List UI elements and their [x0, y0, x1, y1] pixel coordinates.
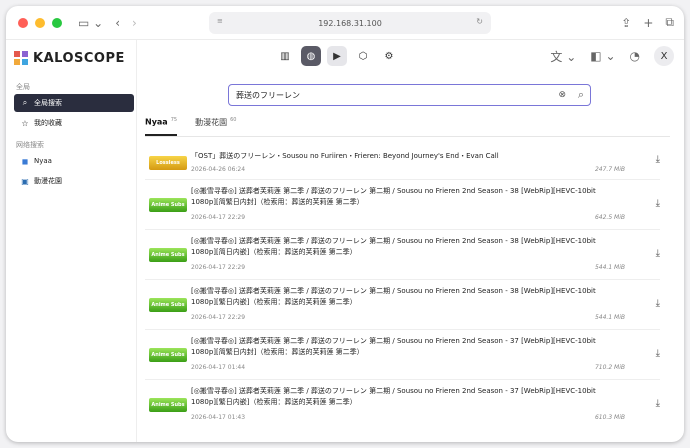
app-logo: KALOSCOPE — [14, 42, 136, 74]
sidebar-item-nyaa[interactable]: ◼ Nyaa — [14, 152, 134, 170]
result-thumbnail: Anime Subs — [149, 198, 187, 212]
sidebar-item-favorites[interactable]: ☆ 我的收藏 — [14, 114, 134, 132]
result-size: 610.3 MiB — [594, 414, 625, 421]
search-input[interactable]: 葬送のフリーレン ⊗ ⌕ — [228, 84, 591, 106]
translate-icon[interactable]: 文 ⌄ — [550, 48, 576, 65]
browser-titlebar: ▭ ⌄ ‹ › ≡ 192.168.31.100 ↻ ⇪ + ⧉ — [6, 6, 684, 40]
list-item[interactable]: Anime Subs [◎搬雪寻春◎] 送葬者芙莉莲 第二季 / 葬送のフリーレ… — [145, 280, 660, 330]
nyaa-icon: ◼ — [21, 156, 29, 166]
address-bar[interactable]: ≡ 192.168.31.100 ↻ — [209, 12, 491, 34]
reload-icon[interactable]: ↻ — [476, 17, 483, 26]
toolbar-right: 文 ⌄ ◧ ⌄ ◔ X — [550, 46, 674, 66]
result-title[interactable]: [◎搬雪寻春◎] 送葬者芙莉莲 第二季 / 葬送のフリーレン 第二期 / Sou… — [191, 386, 611, 408]
result-size: 247.7 MiB — [594, 166, 625, 173]
gear-icon[interactable]: ⚙ — [379, 46, 399, 66]
main-content: ▥ ◍ ▶ ⬡ ⚙ 文 ⌄ ◧ ⌄ ◔ X 葬送のフリーレン ⊗ ⌕ Nyaa … — [137, 40, 684, 442]
source-tabs: Nyaa 75 動漫花園 60 — [145, 117, 670, 137]
search-icon[interactable]: ⌕ — [578, 88, 584, 102]
result-title[interactable]: 「OST」葬送のフリーレン・Sousou no Furiiren・Frieren… — [191, 151, 611, 162]
result-thumbnail: Lossless Audio — [149, 156, 187, 180]
result-thumbnail: Anime Subs — [149, 298, 187, 312]
download-icon[interactable]: ⤓ — [656, 398, 660, 409]
list-item[interactable]: Anime Subs [◎搬雪寻春◎] 送葬者芙莉莲 第二季 / 葬送のフリーレ… — [145, 230, 660, 280]
forward-icon[interactable]: › — [132, 16, 137, 30]
result-size: 710.2 MiB — [594, 364, 625, 371]
star-icon: ☆ — [21, 118, 29, 128]
avatar[interactable]: X — [654, 46, 674, 66]
sidebar-item-label: 動漫花園 — [34, 177, 62, 185]
list-item[interactable]: Anime Subs [◎搬雪寻春◎] 送葬者芙莉莲 第二季 / 葬送のフリーレ… — [145, 180, 660, 230]
tab-nyaa[interactable]: Nyaa 75 — [145, 117, 178, 136]
result-size: 544.1 MiB — [594, 264, 625, 271]
new-tab-icon[interactable]: + — [643, 15, 653, 30]
result-title[interactable]: [◎搬雪寻春◎] 送葬者芙莉莲 第二季 / 葬送のフリーレン 第二期 / Sou… — [191, 186, 611, 208]
list-item[interactable]: Lossless Audio 「OST」葬送のフリーレン・Sousou no F… — [145, 146, 660, 180]
tab-overview-icon[interactable]: ⧉ — [665, 15, 674, 30]
download-icon[interactable]: ⤓ — [656, 154, 660, 165]
share-icon[interactable]: ⇪ — [621, 15, 631, 30]
result-date: 2026-04-17 01:43 — [191, 414, 246, 421]
zoom-window-button[interactable] — [52, 17, 62, 28]
view-switcher: ▥ ◍ ▶ ⬡ ⚙ — [275, 46, 399, 66]
tab-label: Nyaa — [145, 117, 168, 127]
section-label-network: 网络搜索 — [16, 141, 44, 149]
page-settings-icon[interactable]: ≡ — [217, 17, 223, 25]
tab-count: 60 — [230, 117, 237, 124]
cube-icon[interactable]: ⬡ — [353, 46, 373, 66]
download-icon[interactable]: ⤓ — [656, 198, 660, 209]
minimize-window-button[interactable] — [35, 17, 45, 28]
sidebar-item-label: 我的收藏 — [34, 119, 62, 127]
result-date: 2026-04-17 01:44 — [191, 364, 246, 371]
result-date: 2026-04-17 22:29 — [191, 264, 246, 271]
sidebar-toggle-icon[interactable]: ▭ ⌄ — [78, 16, 103, 30]
dmhy-icon: ▣ — [21, 176, 29, 186]
result-thumbnail: Anime Subs — [149, 398, 187, 412]
section-label-global: 全局 — [16, 83, 30, 91]
logo-text: KALOSCOPE — [33, 50, 125, 66]
result-thumbnail: Anime Subs — [149, 248, 187, 262]
browser-actions: ⇪ + ⧉ — [621, 15, 674, 30]
search-input-value: 葬送のフリーレン — [236, 90, 300, 100]
search-icon: ⌕ — [22, 98, 28, 107]
cast-icon[interactable]: ◔ — [630, 49, 640, 63]
close-window-button[interactable] — [18, 17, 28, 28]
sidebar: KALOSCOPE 全局 ⌕ 全局搜索 ☆ 我的收藏 网络搜索 ◼ Nyaa ▣… — [6, 40, 137, 442]
sidebar-item-dmhy[interactable]: ▣ 動漫花園 — [14, 172, 134, 190]
result-size: 642.5 MiB — [594, 214, 625, 221]
theme-icon[interactable]: ◧ ⌄ — [590, 49, 615, 63]
logo-icon — [14, 51, 28, 65]
result-date: 2026-04-17 22:29 — [191, 314, 246, 321]
download-icon[interactable]: ⤓ — [656, 248, 660, 259]
download-icon[interactable]: ⤓ — [656, 298, 660, 309]
list-item[interactable]: Anime Subs [◎搬雪寻春◎] 送葬者芙莉莲 第二季 / 葬送のフリーレ… — [145, 330, 660, 380]
result-thumbnail: Anime Subs — [149, 348, 187, 362]
tab-label: 動漫花園 — [195, 118, 228, 127]
result-size: 544.1 MiB — [594, 314, 625, 321]
results-list: Lossless Audio 「OST」葬送のフリーレン・Sousou no F… — [145, 146, 660, 430]
app-toolbar: ▥ ◍ ▶ ⬡ ⚙ 文 ⌄ ◧ ⌄ ◔ X — [137, 40, 684, 72]
download-icon[interactable]: ⤓ — [656, 348, 660, 359]
app-root: KALOSCOPE 全局 ⌕ 全局搜索 ☆ 我的收藏 网络搜索 ◼ Nyaa ▣… — [6, 40, 684, 442]
browser-window: ▭ ⌄ ‹ › ≡ 192.168.31.100 ↻ ⇪ + ⧉ KALOSCO… — [6, 6, 684, 442]
play-icon[interactable]: ▶ — [327, 46, 347, 66]
result-title[interactable]: [◎搬雪寻春◎] 送葬者芙莉莲 第二季 / 葬送のフリーレン 第二期 / Sou… — [191, 236, 611, 258]
stats-icon[interactable]: ▥ — [275, 46, 295, 66]
back-icon[interactable]: ‹ — [115, 16, 120, 30]
clear-icon[interactable]: ⊗ — [558, 90, 566, 100]
result-title[interactable]: [◎搬雪寻春◎] 送葬者芙莉莲 第二季 / 葬送のフリーレン 第二期 / Sou… — [191, 336, 611, 358]
tab-dmhy[interactable]: 動漫花園 60 — [195, 117, 236, 136]
result-date: 2026-04-26 06:24 — [191, 166, 246, 173]
sidebar-item-label: Nyaa — [34, 157, 52, 165]
address-text: 192.168.31.100 — [318, 18, 382, 28]
result-title[interactable]: [◎搬雪寻春◎] 送葬者芙莉莲 第二季 / 葬送のフリーレン 第二期 / Sou… — [191, 286, 611, 308]
window-controls — [18, 17, 62, 28]
result-date: 2026-04-17 22:29 — [191, 214, 246, 221]
list-item[interactable]: Anime Subs [◎搬雪寻春◎] 送葬者芙莉莲 第二季 / 葬送のフリーレ… — [145, 380, 660, 430]
globe-icon[interactable]: ◍ — [301, 46, 321, 66]
sidebar-item-label: 全局搜索 — [34, 99, 62, 107]
tab-count: 75 — [170, 117, 178, 123]
sidebar-item-global-search[interactable]: ⌕ 全局搜索 — [14, 94, 134, 112]
